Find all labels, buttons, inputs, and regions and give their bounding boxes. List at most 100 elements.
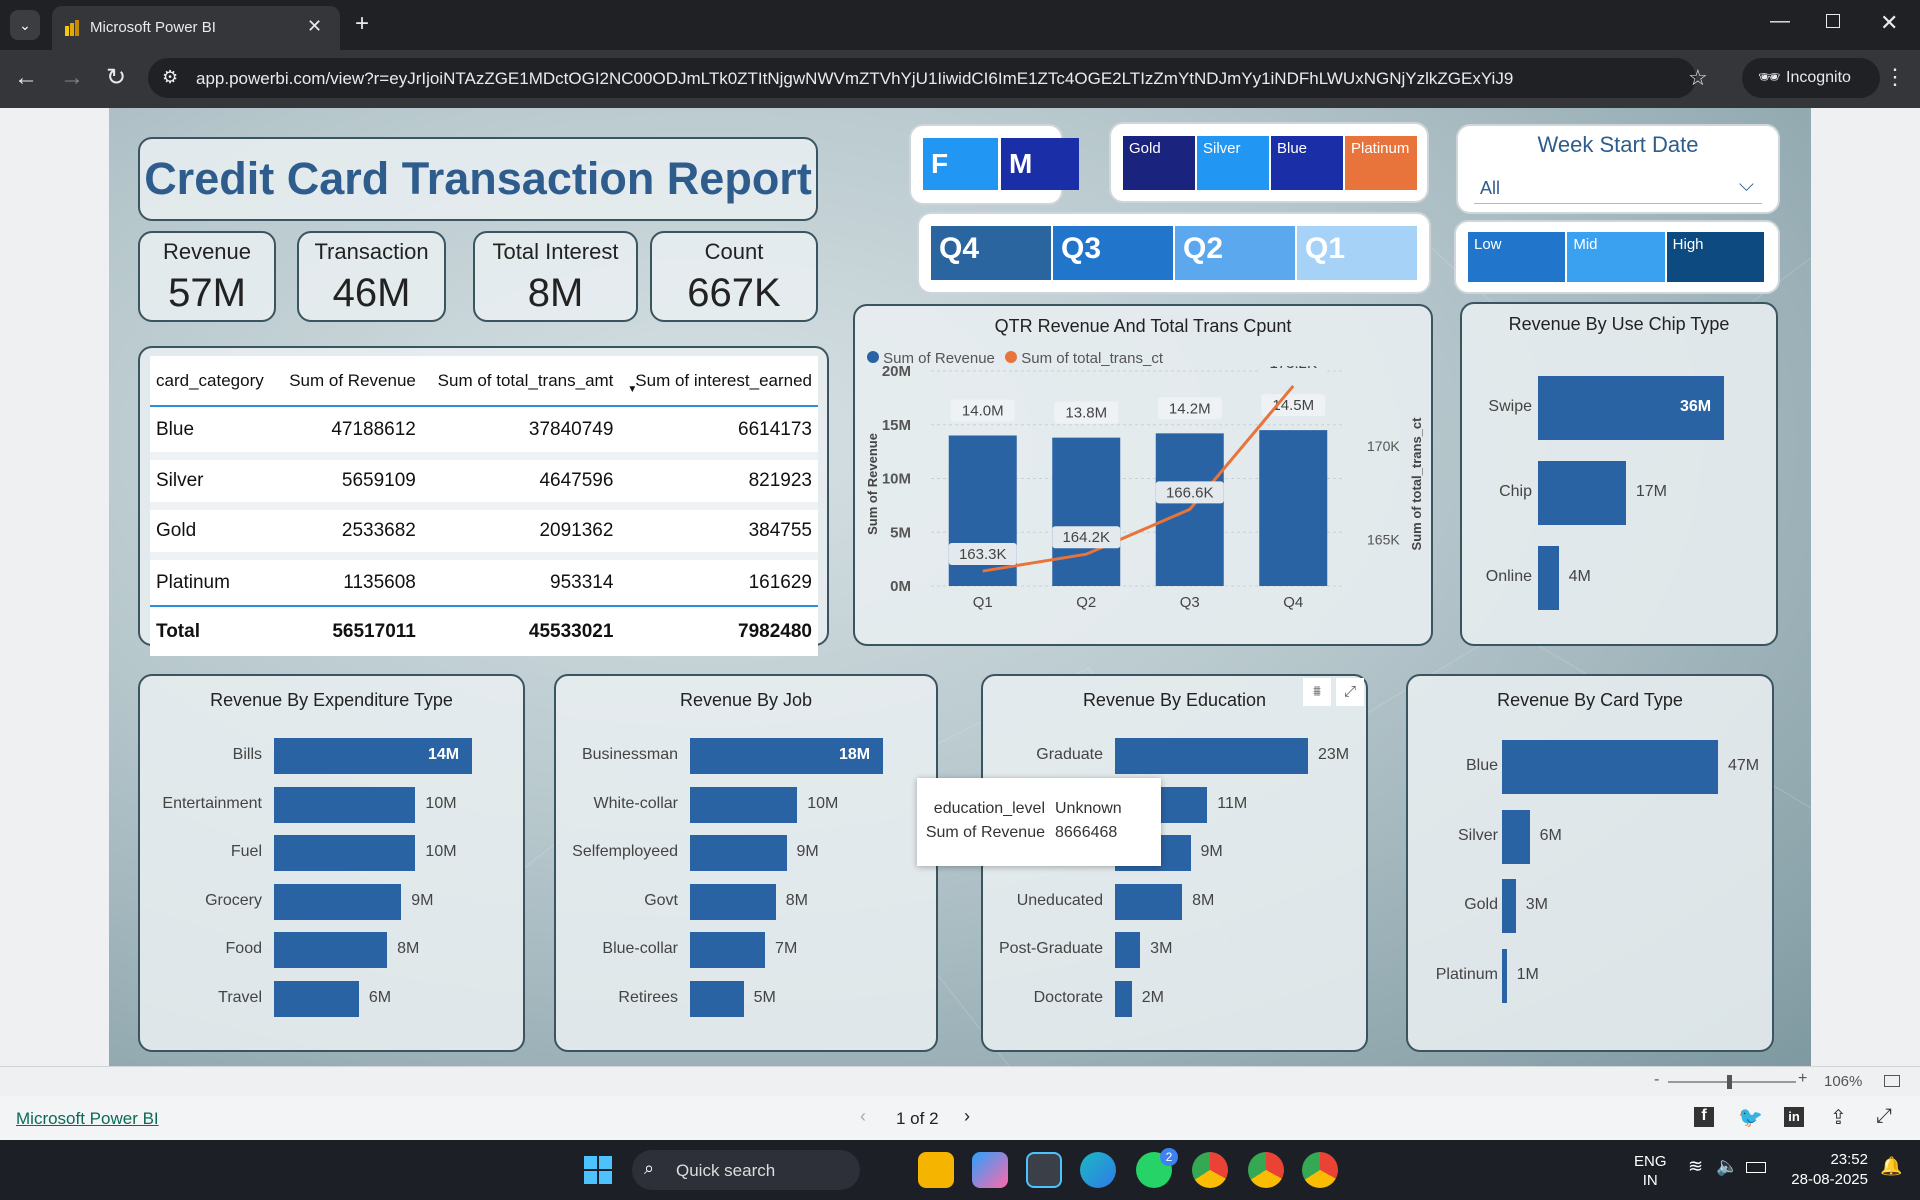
clock[interactable]: 23:52 28-08-2025 bbox=[1788, 1150, 1868, 1190]
matrix-header[interactable]: Sum of Revenue bbox=[276, 356, 422, 406]
browser-tab[interactable]: Microsoft Power BI ✕ bbox=[52, 6, 340, 50]
minimize-icon[interactable]: — bbox=[1770, 10, 1790, 33]
bar[interactable] bbox=[1502, 809, 1530, 864]
fullscreen-icon[interactable]: ⤢ bbox=[1876, 1105, 1892, 1128]
zoom-out-icon[interactable]: - bbox=[1654, 1071, 1659, 1089]
kpi-card-count[interactable]: Count 667K bbox=[650, 231, 818, 322]
income-button-high[interactable]: High bbox=[1666, 232, 1764, 282]
chrome-icon[interactable] bbox=[1192, 1152, 1228, 1188]
zoom-slider[interactable] bbox=[1668, 1075, 1796, 1089]
twitter-icon[interactable]: 🐦 bbox=[1738, 1105, 1763, 1130]
restore-icon[interactable] bbox=[1826, 14, 1840, 28]
bar[interactable] bbox=[1502, 879, 1516, 933]
url-text[interactable]: app.powerbi.com/view?r=eyJrIjoiNTAzZGE1M… bbox=[196, 69, 1513, 89]
new-tab-icon[interactable]: + bbox=[355, 10, 369, 38]
forward-icon[interactable]: → bbox=[60, 64, 84, 92]
browser-menu-icon[interactable]: ⋮ bbox=[1884, 64, 1906, 90]
gender-button-f[interactable]: F bbox=[923, 138, 998, 190]
table-row[interactable]: Silver 5659109 4647596 821923 bbox=[150, 456, 818, 506]
job-chart[interactable]: Revenue By Job Businessman 18M White-colla… bbox=[554, 674, 938, 1052]
card-button-platinum[interactable]: Platinum bbox=[1345, 136, 1417, 190]
site-info-icon[interactable]: ⚙ bbox=[162, 67, 178, 88]
ms-store-icon[interactable] bbox=[1026, 1152, 1062, 1188]
copilot-icon[interactable] bbox=[972, 1152, 1008, 1188]
prev-page-icon[interactable]: ‹ bbox=[860, 1106, 866, 1127]
tab-close-icon[interactable]: ✕ bbox=[307, 16, 322, 37]
back-icon[interactable]: ← bbox=[14, 64, 38, 92]
income-button-mid[interactable]: Mid bbox=[1567, 232, 1665, 282]
chrome-profile-icon[interactable] bbox=[1302, 1152, 1338, 1188]
address-bar[interactable]: ⚙ app.powerbi.com/view?r=eyJrIjoiNTAzZGE… bbox=[148, 58, 1708, 98]
bar[interactable] bbox=[690, 835, 787, 871]
table-row[interactable]: Blue 47188612 37840749 6614173 bbox=[150, 406, 818, 456]
windows-start-icon[interactable] bbox=[584, 1156, 612, 1184]
chrome-incognito-icon[interactable] bbox=[1248, 1152, 1284, 1188]
bar[interactable] bbox=[274, 835, 416, 871]
next-page-icon[interactable]: › bbox=[964, 1106, 970, 1127]
bar[interactable] bbox=[690, 786, 798, 823]
kpi-card-total-interest[interactable]: Total Interest 8M bbox=[473, 231, 638, 322]
bar[interactable] bbox=[690, 883, 776, 920]
table-row[interactable]: Gold 2533682 2091362 384755 bbox=[150, 506, 818, 556]
card-button-silver[interactable]: Silver bbox=[1197, 136, 1269, 190]
bar[interactable] bbox=[1052, 437, 1121, 586]
edge-icon[interactable] bbox=[1080, 1152, 1116, 1188]
zoom-in-icon[interactable]: + bbox=[1798, 1070, 1807, 1088]
powerbi-brand-link[interactable]: Microsoft Power BI bbox=[16, 1109, 159, 1129]
card-button-blue[interactable]: Blue bbox=[1271, 136, 1343, 190]
chip-type-chart[interactable]: Revenue By Use Chip Type Swipe 36M Chip 17M… bbox=[1460, 302, 1778, 646]
bar[interactable] bbox=[274, 980, 359, 1017]
fit-to-page-icon[interactable] bbox=[1884, 1075, 1900, 1087]
week-slicer-dropdown[interactable]: All ⌵ bbox=[1474, 170, 1762, 204]
bar[interactable] bbox=[1259, 430, 1328, 586]
tab-search-button[interactable]: ⌄ bbox=[10, 10, 40, 40]
bar[interactable] bbox=[1502, 740, 1718, 794]
bar[interactable] bbox=[274, 932, 388, 968]
wifi-icon[interactable]: ≋ bbox=[1688, 1156, 1703, 1177]
bar[interactable] bbox=[690, 932, 766, 968]
share-icon[interactable]: ⇪ bbox=[1830, 1105, 1847, 1130]
notification-icon[interactable]: 🔔 bbox=[1880, 1156, 1902, 1177]
matrix-header[interactable]: Sum of total_trans_amt bbox=[422, 356, 620, 406]
facebook-icon[interactable]: f bbox=[1694, 1107, 1714, 1127]
bar[interactable] bbox=[1115, 738, 1308, 774]
kpi-card-transaction[interactable]: Transaction 46M bbox=[297, 231, 446, 322]
battery-icon[interactable] bbox=[1746, 1162, 1766, 1173]
bookmark-star-icon[interactable]: ☆ bbox=[1688, 65, 1708, 91]
matrix-header[interactable]: card_category bbox=[150, 356, 276, 406]
qtr-revenue-chart[interactable]: QTR Revenue And Total Trans Cpunt Sum of… bbox=[853, 304, 1433, 646]
bar[interactable] bbox=[1115, 980, 1132, 1017]
bar[interactable] bbox=[274, 786, 416, 823]
gender-button-m[interactable]: M bbox=[1001, 138, 1079, 190]
card-category-matrix[interactable]: card_category Sum of Revenue Sum of tota… bbox=[138, 346, 829, 656]
table-row[interactable]: Platinum 1135608 953314 161629 bbox=[150, 556, 818, 606]
bar[interactable] bbox=[1115, 883, 1183, 920]
quarter-button-q4[interactable]: Q4 bbox=[931, 226, 1051, 280]
bar[interactable] bbox=[274, 883, 402, 920]
matrix-header-sorted[interactable]: Sum of interest_earned ▼ bbox=[619, 356, 818, 406]
bar-category-label: Fuel bbox=[230, 843, 262, 860]
expenditure-type-chart[interactable]: Revenue By Expenditure Type Bills 14M Ente… bbox=[138, 674, 525, 1052]
volume-icon[interactable]: 🔈 bbox=[1716, 1156, 1738, 1177]
quarter-button-q3[interactable]: Q3 bbox=[1053, 226, 1173, 280]
kpi-card-revenue[interactable]: Revenue 57M bbox=[138, 231, 276, 322]
bar[interactable] bbox=[1538, 546, 1559, 610]
reload-icon[interactable]: ↻ bbox=[106, 63, 126, 92]
bar[interactable] bbox=[690, 980, 744, 1017]
close-window-icon[interactable]: ✕ bbox=[1880, 10, 1898, 36]
bar[interactable] bbox=[1502, 948, 1507, 1003]
bar[interactable] bbox=[1538, 461, 1626, 525]
linkedin-icon[interactable]: in bbox=[1784, 1107, 1804, 1127]
quarter-button-q1[interactable]: Q1 bbox=[1297, 226, 1417, 280]
income-button-low[interactable]: Low bbox=[1468, 232, 1566, 282]
language-indicator[interactable]: ENG IN bbox=[1634, 1152, 1667, 1190]
bar[interactable] bbox=[1115, 932, 1141, 968]
incognito-indicator[interactable]: 🕶 Incognito bbox=[1742, 58, 1880, 98]
file-explorer-icon[interactable] bbox=[918, 1152, 954, 1188]
zoom-level[interactable]: 106% bbox=[1824, 1073, 1862, 1090]
taskbar-search[interactable]: ⌕ Quick search bbox=[632, 1150, 860, 1190]
card-type-chart[interactable]: Revenue By Card Type Blue 47M Silver 6M Gold… bbox=[1406, 674, 1774, 1052]
zoom-slider-thumb[interactable] bbox=[1727, 1075, 1732, 1089]
quarter-button-q2[interactable]: Q2 bbox=[1175, 226, 1295, 280]
card-button-gold[interactable]: Gold bbox=[1123, 136, 1195, 190]
